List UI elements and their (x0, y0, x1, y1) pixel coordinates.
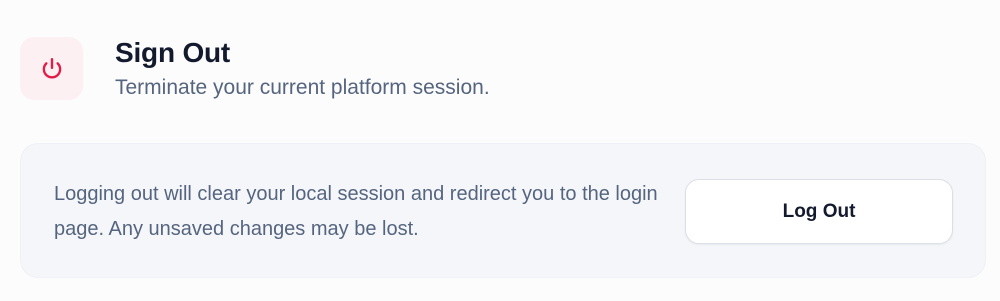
page-title: Sign Out (115, 37, 231, 68)
log-out-button[interactable]: Log Out (685, 179, 953, 244)
logout-card: Logging out will clear your local sessio… (20, 143, 986, 278)
header-text: Sign Out Terminate your current platform… (115, 37, 490, 101)
sign-out-header: Sign Out Terminate your current platform… (20, 37, 490, 101)
power-icon (42, 57, 61, 78)
logout-description: Logging out will clear your local sessio… (54, 183, 658, 240)
power-icon-tile (20, 37, 83, 100)
page-subtitle: Terminate your current platform session. (115, 76, 490, 99)
